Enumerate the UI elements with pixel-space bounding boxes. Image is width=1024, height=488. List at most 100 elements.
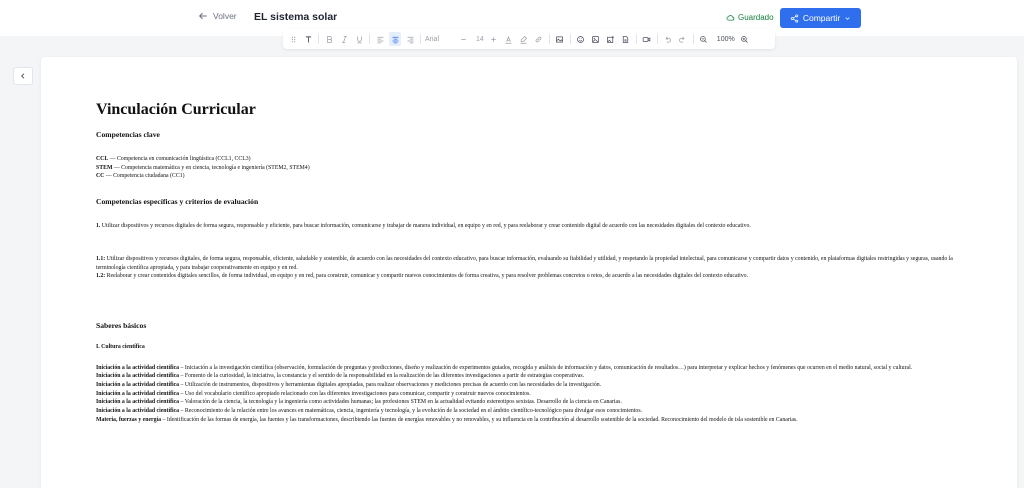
redo-button[interactable] — [677, 32, 689, 46]
undo-button[interactable] — [662, 32, 674, 46]
subsection-heading: I. Cultura científica — [96, 343, 145, 350]
insert-video-button[interactable] — [641, 32, 653, 46]
back-button[interactable]: Volver — [198, 11, 237, 21]
insert-file-button[interactable] — [620, 32, 632, 46]
drag-handle-icon[interactable] — [287, 32, 299, 46]
text-color-button[interactable] — [503, 32, 515, 46]
ai-image-button[interactable] — [605, 32, 617, 46]
file-icon — [623, 35, 629, 43]
minus-icon — [460, 38, 466, 40]
insert-image-button[interactable] — [554, 32, 566, 46]
align-right-button[interactable] — [404, 32, 416, 46]
saber-text: – Valoración de la ciencia, la tecnologí… — [179, 399, 622, 406]
saber-text: – Fomento de la curiosidad, la iniciativ… — [179, 373, 585, 380]
highlighter-icon — [520, 35, 528, 44]
saber-text: – Identificación de las formas de energí… — [161, 416, 798, 423]
separator — [569, 34, 571, 44]
cloud-icon — [726, 15, 735, 21]
insert-gallery-button[interactable] — [590, 32, 602, 46]
competence-code: CCL — [96, 156, 109, 162]
competence-code: STEM — [96, 164, 113, 171]
paragraph: 1.2: Reelaborar y crear contenidos digit… — [96, 272, 966, 281]
saved-status: Guardado — [726, 13, 774, 22]
link-icon — [535, 36, 542, 42]
saber-code: Materia, fuerzas y energía — [96, 416, 162, 423]
saber-code: Iniciación a la actividad científica — [96, 382, 180, 389]
formatting-toolbar: Arial 14 100% — [283, 29, 775, 49]
separator — [656, 34, 658, 44]
align-left-icon — [377, 36, 383, 43]
plus-icon — [491, 36, 497, 42]
zoom-out-icon — [700, 35, 708, 43]
share-button[interactable]: Compartir — [780, 8, 861, 28]
list-item: CC — Competencia ciudadana (CC1) — [96, 172, 966, 181]
document-heading: Vinculación Curricular — [96, 101, 256, 118]
share-icon — [790, 13, 799, 23]
font-size-value[interactable]: 14 — [476, 36, 484, 43]
saber-text: – Utilización de instrumentos, dispositi… — [179, 382, 602, 389]
align-right-icon — [407, 36, 413, 43]
saber-code: Iniciación a la actividad científica — [96, 373, 180, 380]
paragraph: Materia, fuerzas y energía – Identificac… — [96, 416, 966, 425]
paragraph: Iniciación a la actividad científica – U… — [96, 381, 966, 390]
saved-label: Guardado — [738, 13, 774, 22]
separator — [369, 34, 370, 44]
saber-code: Iniciación a la actividad científica — [96, 364, 180, 371]
document-title[interactable]: EL sistema solar — [254, 11, 337, 23]
section-heading: Saberes básicos — [96, 320, 147, 330]
separator — [318, 34, 319, 44]
separator — [692, 34, 694, 44]
separator — [548, 34, 550, 44]
separator — [420, 34, 421, 44]
saber-text: – Uso del vocabulario científico apropia… — [179, 390, 531, 397]
emoji-button[interactable] — [575, 32, 587, 46]
underline-button[interactable] — [353, 32, 365, 46]
font-size-decrease-button[interactable] — [457, 32, 469, 46]
list-item: CCL — Competencia en comunicación lingüí… — [96, 155, 966, 164]
paragraph: 1.1: Utilizar dispositivos y recursos di… — [96, 255, 966, 272]
align-center-icon — [392, 36, 398, 43]
zoom-in-icon — [741, 35, 748, 43]
gallery-icon — [592, 35, 600, 43]
magic-image-icon — [607, 35, 615, 43]
paragraph: Iniciación a la actividad científica – U… — [96, 390, 966, 399]
criterion-code: 1.1: — [96, 255, 106, 262]
competence-text: — Competencia ciudadana (CC1) — [104, 173, 185, 180]
bold-button[interactable] — [323, 32, 335, 46]
zoom-out-button[interactable] — [698, 32, 710, 46]
underline-icon — [356, 36, 362, 43]
saber-code: Iniciación a la actividad científica — [96, 399, 180, 406]
document-page[interactable]: Vinculación Curricular Competencias clav… — [41, 57, 1017, 488]
italic-button[interactable] — [338, 32, 350, 46]
highlight-button[interactable] — [518, 32, 530, 46]
competence-text: — Competencia matemática y en ciencia, t… — [112, 164, 310, 171]
collapse-sidebar-button[interactable] — [13, 67, 33, 85]
document-content[interactable]: Vinculación Curricular Competencias clav… — [96, 101, 966, 425]
paragraph: Iniciación a la actividad científica – I… — [96, 364, 966, 373]
paragraph: Iniciación a la actividad científica – R… — [96, 407, 966, 416]
zoom-level: 100% — [716, 35, 735, 43]
criterion-code: 1.2: — [96, 273, 106, 280]
undo-icon — [666, 36, 672, 42]
text-style-button[interactable] — [302, 32, 314, 46]
font-size-increase-button[interactable] — [488, 32, 500, 46]
align-left-button[interactable] — [374, 32, 386, 46]
chevron-left-icon — [21, 73, 25, 79]
criterion-text: Utilizar dispositivos y recursos digital… — [96, 255, 953, 271]
saber-code: Iniciación a la actividad científica — [96, 408, 180, 415]
redo-icon — [679, 36, 685, 42]
chevron-down-icon — [845, 16, 850, 20]
paragraph: Iniciación a la actividad científica – F… — [96, 372, 966, 381]
arrow-left-icon — [199, 12, 207, 20]
zoom-in-button[interactable] — [739, 32, 751, 46]
font-color-icon — [505, 35, 512, 44]
align-center-button[interactable] — [389, 32, 401, 46]
section-heading: Competencias clave — [96, 130, 160, 139]
font-family-select[interactable]: Arial — [425, 36, 453, 43]
competence-text: — Competencia en comunicación lingüístic… — [108, 156, 251, 162]
link-button[interactable] — [533, 32, 545, 46]
